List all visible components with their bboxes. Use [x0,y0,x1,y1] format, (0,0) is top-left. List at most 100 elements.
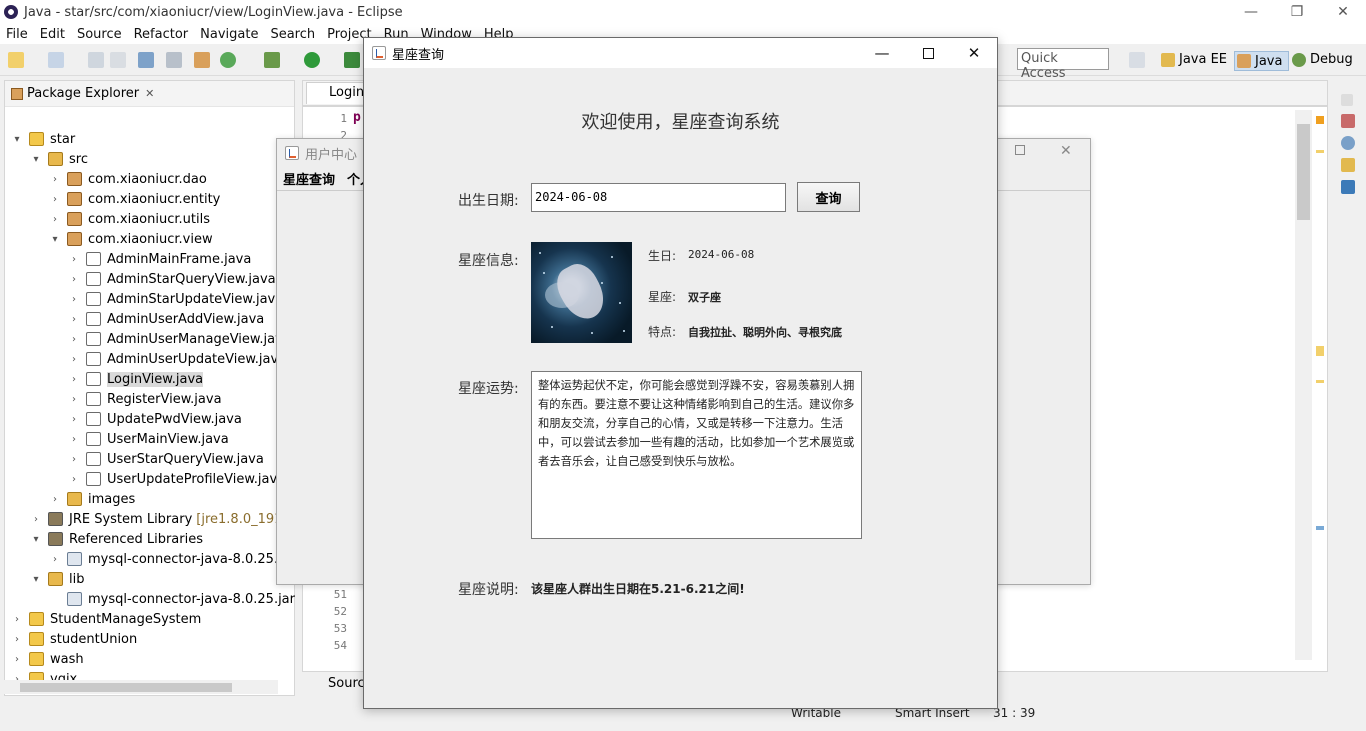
open-perspective-icon[interactable] [1129,52,1145,68]
menu-source[interactable]: Source [71,27,128,42]
tree-item[interactable]: › com.xiaoniucr.dao [49,169,207,189]
expand-right-icon[interactable]: › [49,214,61,225]
tree-item[interactable]: › studentUnion [11,629,137,649]
expand-down-icon[interactable]: ▾ [30,574,42,585]
expand-down-icon[interactable]: ▾ [30,534,42,545]
package-explorer-title[interactable]: Package Explorer [27,86,139,101]
close-icon[interactable]: ✕ [1060,143,1072,159]
tree-item[interactable]: › LoginView.java [68,369,204,389]
tree-item[interactable]: › AdminStarQueryView.java [68,269,276,289]
debug-icon[interactable] [264,52,280,68]
expand-right-icon[interactable]: › [68,274,80,285]
tree-item[interactable]: › AdminMainFrame.java [68,249,251,269]
save-all-icon[interactable] [110,52,126,68]
tree-item[interactable]: ▾ Referenced Libraries [30,529,203,549]
expand-right-icon[interactable]: › [11,654,23,665]
menu-star-query[interactable]: 星座查询 [283,169,335,188]
expand-right-icon[interactable]: › [30,514,42,525]
package-icon[interactable] [194,52,210,68]
perspective-java[interactable]: Java [1234,51,1290,71]
java-icon [86,412,101,426]
run-external-icon[interactable] [344,52,360,68]
expand-right-icon[interactable]: › [49,174,61,185]
tree-item[interactable]: › UserUpdateProfileView.java [68,469,285,489]
pkg-icon [67,172,82,186]
maximize-icon[interactable] [1015,145,1025,155]
save-icon[interactable] [88,52,104,68]
tree-item[interactable]: › images [49,489,135,509]
menu-search[interactable]: Search [264,27,321,42]
run-icon[interactable] [304,52,320,68]
expand-right-icon[interactable]: › [68,454,80,465]
tree-item[interactable]: › com.xiaoniucr.utils [49,209,210,229]
expand-right-icon[interactable]: › [68,314,80,325]
dialog-minimize-button[interactable]: — [859,38,905,68]
tree-item[interactable]: › AdminUserAddView.java [68,309,264,329]
quick-access-input[interactable]: Quick Access [1017,48,1109,81]
tree-item[interactable]: ▾ star [11,129,75,149]
perspective-debug[interactable]: Debug [1292,52,1353,67]
expand-right-icon[interactable]: › [49,554,61,565]
expand-right-icon[interactable]: › [68,374,80,385]
menu-navigate[interactable]: Navigate [194,27,264,42]
fortune-textarea[interactable]: 整体运势起伏不定，你可能会感觉到浮躁不安，容易羡慕别人拥有的东西。要注意不要让这… [531,371,862,539]
expand-right-icon[interactable]: › [68,434,80,445]
expand-right-icon[interactable]: › [68,394,80,405]
console-icon[interactable] [138,52,154,68]
new-icon[interactable] [8,52,24,68]
tree-item[interactable]: mysql-connector-java-8.0.25.jar [49,589,295,609]
expand-right-icon[interactable]: › [68,414,80,425]
tree-item-label: com.xiaoniucr.entity [88,191,221,207]
tree-item[interactable]: › AdminUserUpdateView.java [68,349,286,369]
tree-item[interactable]: › mysql-connector-java-8.0.25.jar [49,549,295,569]
tree-item[interactable]: › AdminUserManageView.java [68,329,291,349]
tree-item[interactable]: › StudentManageSystem [11,609,201,629]
expand-right-icon[interactable]: › [68,474,80,485]
expand-down-icon[interactable]: ▾ [49,234,61,245]
minimize-button[interactable]: — [1228,0,1274,24]
tree-item[interactable]: › com.xiaoniucr.entity [49,189,220,209]
query-button[interactable]: 查询 [797,182,860,212]
tree-item[interactable]: › UserMainView.java [68,429,229,449]
new-wizard-icon[interactable] [48,52,64,68]
refresh-icon[interactable] [220,52,236,68]
expand-right-icon[interactable]: › [68,254,80,265]
expand-right-icon[interactable]: › [49,494,61,505]
tree-item[interactable]: ▾ src [30,149,88,169]
tree-item[interactable]: › wash [11,649,84,669]
horizontal-scrollbar[interactable] [4,680,278,694]
expand-right-icon[interactable]: › [68,354,80,365]
tree-item[interactable]: › JRE System Library [jre1.8.0_191] [30,509,287,529]
tree-item[interactable]: ▾ com.xiaoniucr.view [49,229,212,249]
tree-item[interactable]: › UserStarQueryView.java [68,449,264,469]
expand-right-icon[interactable]: › [11,634,23,645]
dialog-close-button[interactable]: ✕ [951,38,997,68]
menu-refactor[interactable]: Refactor [128,27,195,42]
tree-item[interactable]: › AdminStarUpdateView.java [68,289,283,309]
console-view-icon[interactable] [1341,180,1355,194]
restore-button[interactable]: ❐ [1274,0,1320,24]
expand-right-icon[interactable]: › [11,614,23,625]
close-icon[interactable]: ✕ [145,87,154,100]
javadoc-icon[interactable] [1341,136,1355,150]
java-icon [86,472,101,486]
expand-right-icon[interactable]: › [68,294,80,305]
skip-breakpoints-icon[interactable] [166,52,182,68]
expand-down-icon[interactable]: ▾ [11,134,23,145]
tree-item[interactable]: › UpdatePwdView.java [68,409,242,429]
birth-date-input[interactable]: 2024-06-08 [531,183,786,212]
problems-icon[interactable] [1341,114,1355,128]
perspective-java-ee[interactable]: Java EE [1161,52,1227,67]
expand-right-icon[interactable]: › [49,194,61,205]
menu-edit[interactable]: Edit [34,27,71,42]
close-button[interactable]: ✕ [1320,0,1366,24]
restore-view-icon[interactable] [1341,94,1353,106]
menu-file[interactable]: File [0,27,34,42]
tree-item[interactable]: › RegisterView.java [68,389,222,409]
declaration-icon[interactable] [1341,158,1355,172]
dialog-maximize-button[interactable] [905,38,951,68]
editor-vertical-scrollbar[interactable] [1295,110,1312,660]
tree-item[interactable]: ▾ lib [30,569,84,589]
expand-right-icon[interactable]: › [68,334,80,345]
expand-down-icon[interactable]: ▾ [30,154,42,165]
